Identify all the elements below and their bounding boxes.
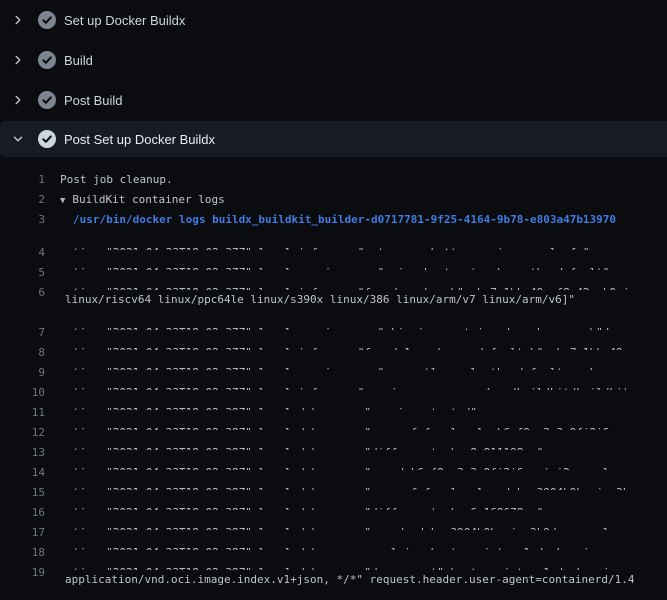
line-number[interactable]: 5 (0, 263, 45, 270)
steps-list: Set up Docker Buildx Build Post Build Po… (0, 0, 667, 157)
check-circle-icon (38, 51, 56, 69)
line-number[interactable]: 17 (0, 523, 45, 530)
log-text: time="2021-04-23T18:02:37Z" level=info m… (73, 343, 629, 350)
line-number[interactable]: 14 (0, 463, 45, 470)
log-line: 2 ▼ BuildKit container logs (0, 190, 667, 210)
log-line: application/vnd.oci.image.index.v1+json,… (0, 570, 667, 590)
log-line: 19 time="2021-04-23T18:02:38Z" level=debu… (0, 550, 667, 570)
line-number[interactable]: 10 (0, 383, 45, 390)
log-lines: 1 Post job cleanup. 2 ▼ BuildKit container l… (0, 157, 667, 600)
log-text: time="2021-04-23T18:02:37Z" level=warnin… (73, 323, 629, 330)
step-header-post-set-up-docker-buildx[interactable]: Post Set up Docker Buildx (0, 121, 667, 157)
line-number[interactable]: 4 (0, 243, 45, 250)
log-line: 15 time="2021-04-23T18:02:38Z" level=debu… (0, 470, 667, 490)
log-text: time="2021-04-23T18:02:38Z" level=debug … (73, 443, 543, 450)
log-text: time="2021-04-23T18:02:38Z" level=debug … (73, 463, 629, 470)
log-text: time="2021-04-23T18:02:38Z" level=debug … (73, 483, 629, 490)
line-number[interactable]: 8 (0, 343, 45, 350)
line-number[interactable]: 19 (0, 563, 45, 570)
log-text: time="2021-04-23T18:02:38Z" level=debug … (73, 503, 543, 510)
line-number (0, 290, 45, 310)
log-group-title[interactable]: BuildKit container logs (72, 193, 224, 206)
log-line: 20time="2021-04-23T18:02:38Z" level=debu… (0, 590, 667, 600)
log-text: time="2021-04-23T18:02:37Z" level=warnin… (73, 363, 629, 370)
log-line: 9 time="2021-04-23T18:02:37Z" level=warni… (0, 350, 667, 370)
line-number[interactable]: 12 (0, 423, 45, 430)
step-header-set-up-docker-buildx[interactable]: Set up Docker Buildx (0, 0, 667, 40)
line-number[interactable]: 11 (0, 403, 45, 410)
log-line: 13 time="2021-04-23T18:02:38Z" level=debu… (0, 430, 667, 450)
log-text: linux/riscv64 linux/ppc64le linux/s390x … (65, 290, 575, 310)
log-text: time="2021-04-23T18:02:38Z" level=debug … (73, 563, 636, 570)
step-label: Set up Docker Buildx (64, 13, 185, 28)
chevron-right-icon (11, 93, 25, 107)
log-line: 14 time="2021-04-23T18:02:38Z" level=debu… (0, 450, 667, 470)
line-number[interactable]: 15 (0, 483, 45, 490)
line-number[interactable]: 7 (0, 323, 45, 330)
line-number[interactable]: 1 (0, 170, 45, 190)
line-number[interactable]: 6 (0, 283, 45, 290)
chevron-down-icon (11, 132, 25, 146)
line-number[interactable]: 13 (0, 443, 45, 450)
log-line: 11 time="2021-04-23T18:02:38Z" level=debu… (0, 390, 667, 410)
log-text: time="2021-04-23T18:02:37Z" level=info m… (73, 283, 629, 290)
log-text: time="2021-04-23T18:02:38Z" level=debug … (73, 403, 477, 410)
log-line: 1 Post job cleanup. (0, 170, 667, 190)
log-text: time="2021-04-23T18:02:38Z" level=debug … (73, 523, 629, 530)
log-line: 17 time="2021-04-23T18:02:38Z" level=debu… (0, 510, 667, 530)
step-label: Build (64, 53, 93, 68)
step-header-build[interactable]: Build (0, 40, 667, 80)
log-line: 4 time="2021-04-23T18:02:37Z" level=info … (0, 230, 667, 250)
log-line: 5 time="2021-04-23T18:02:37Z" level=warni… (0, 250, 667, 270)
log-text: time="2021-04-23T18:02:37Z" level=info m… (73, 243, 590, 250)
log-text: time="2021-04-23T18:02:37Z" level=info m… (73, 383, 629, 390)
log-line: 12 time="2021-04-23T18:02:38Z" level=debu… (0, 410, 667, 430)
line-number (0, 570, 45, 590)
check-circle-icon (38, 130, 56, 148)
log-line: 18 time="2021-04-23T18:02:38Z" level=debu… (0, 530, 667, 550)
check-circle-icon (38, 91, 56, 109)
log-line: 3/usr/bin/docker logs buildx_buildkit_bu… (0, 210, 667, 230)
log-text: application/vnd.oci.image.index.v1+json,… (65, 570, 635, 590)
step-label: Post Build (64, 93, 123, 108)
log-text: Post job cleanup. (60, 170, 173, 190)
log-line: linux/riscv64 linux/ppc64le linux/s390x … (0, 290, 667, 310)
log-line: 6 time="2021-04-23T18:02:37Z" level=info … (0, 270, 667, 290)
log-text: time="2021-04-23T18:02:38Z" level=debug … (73, 543, 596, 550)
chevron-right-icon (11, 53, 25, 67)
command-text: /usr/bin/docker logs buildx_buildkit_bui… (73, 210, 616, 230)
chevron-right-icon (11, 13, 25, 27)
line-number[interactable]: 3 (0, 210, 45, 230)
log-line: 8 time="2021-04-23T18:02:37Z" level=info … (0, 330, 667, 350)
log-line: 16 time="2021-04-23T18:02:38Z" level=debu… (0, 490, 667, 510)
line-number[interactable]: 9 (0, 363, 45, 370)
log-text: time="2021-04-23T18:02:38Z" level=debug … (73, 423, 629, 430)
line-number[interactable]: 16 (0, 503, 45, 510)
log-text: time="2021-04-23T18:02:37Z" level=warnin… (73, 263, 609, 270)
line-number[interactable]: 2 (0, 190, 45, 210)
step-label: Post Set up Docker Buildx (64, 132, 215, 147)
log-group-row: ▼ BuildKit container logs (60, 190, 225, 210)
line-number[interactable]: 18 (0, 543, 45, 550)
log-line: 10 time="2021-04-23T18:02:37Z" level=info… (0, 370, 667, 390)
step-header-post-build[interactable]: Post Build (0, 80, 667, 120)
caret-down-icon[interactable]: ▼ (60, 191, 65, 210)
log-line: 7 time="2021-04-23T18:02:37Z" level=warni… (0, 310, 667, 330)
check-circle-icon (38, 11, 56, 29)
